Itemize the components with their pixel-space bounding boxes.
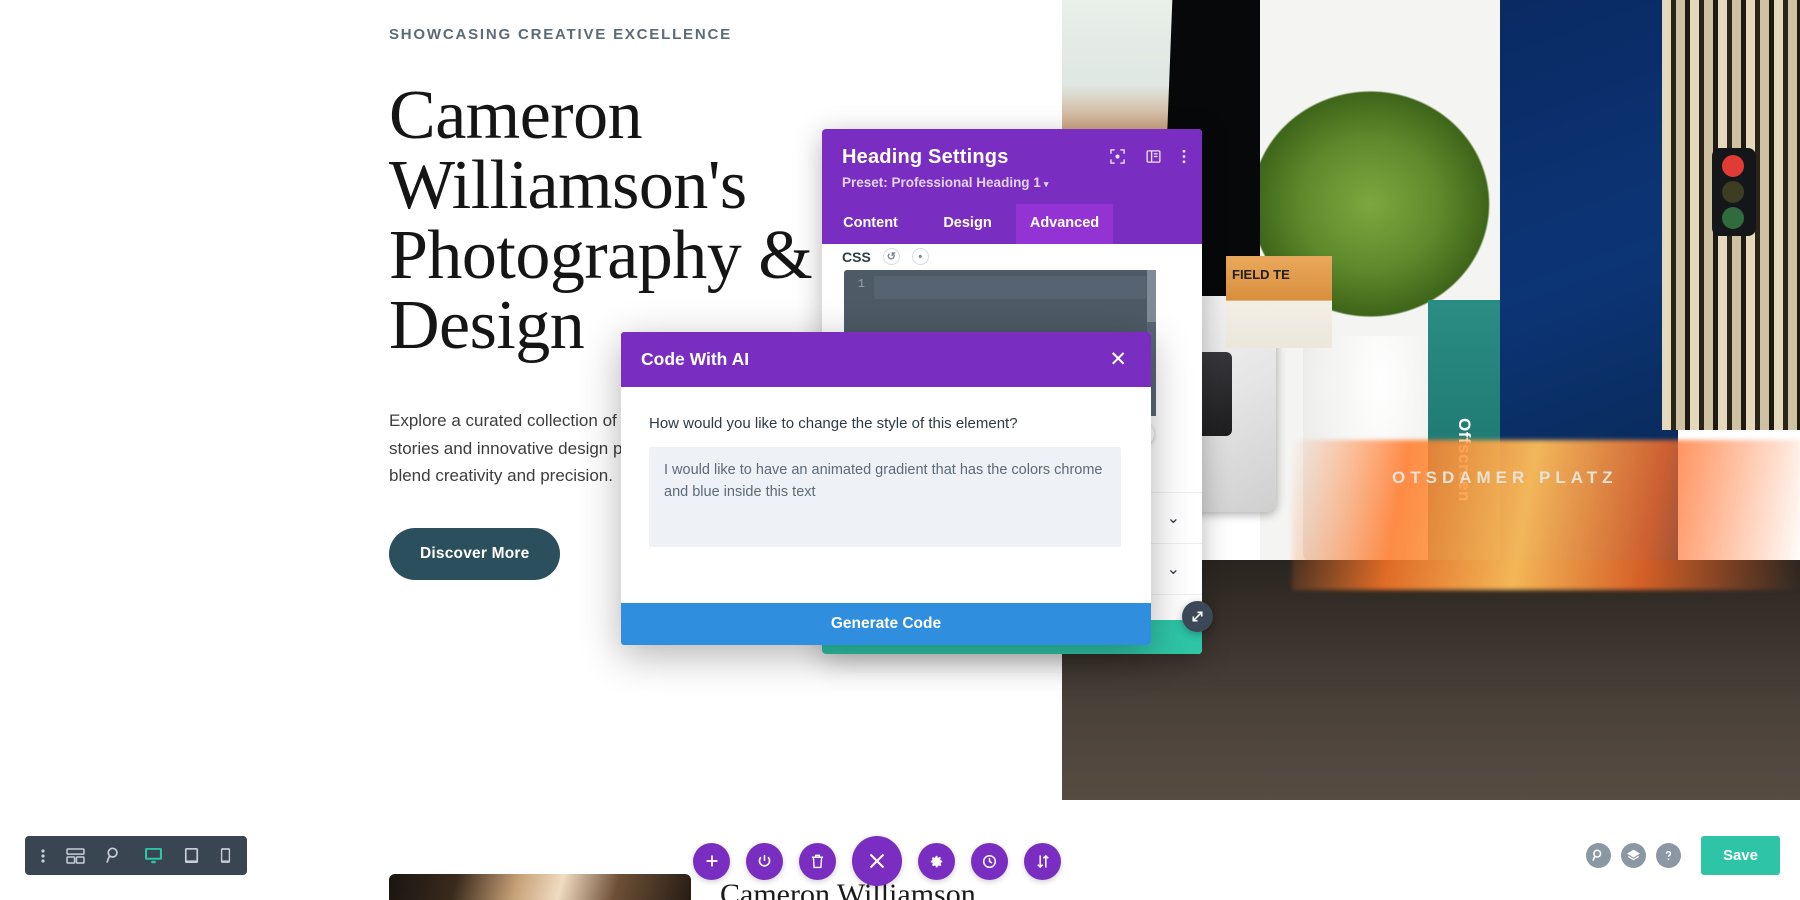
discover-more-button[interactable]: Discover More bbox=[389, 527, 561, 580]
css-label-text: CSS bbox=[842, 248, 871, 265]
focus-icon[interactable] bbox=[1110, 149, 1125, 164]
chevron-down-icon: ▾ bbox=[1043, 179, 1049, 189]
ai-modal-title: Code With AI bbox=[641, 349, 750, 369]
trash-icon[interactable] bbox=[799, 842, 836, 880]
photo-street-sign: FIELD TE bbox=[1226, 256, 1332, 348]
close-icon[interactable]: ✕ bbox=[1105, 345, 1131, 374]
ai-prompt-question: How would you like to change the style o… bbox=[649, 415, 1018, 432]
more-vertical-icon[interactable] bbox=[41, 848, 46, 864]
settings-panel-header: Heading Settings Preset: Professional He… bbox=[822, 129, 1202, 204]
gear-icon[interactable] bbox=[918, 842, 955, 880]
responsive-icon[interactable]: • bbox=[911, 248, 929, 265]
hero-eyebrow: SHOWCASING CREATIVE EXCELLENCE bbox=[389, 26, 732, 43]
generate-code-button[interactable]: Generate Code bbox=[621, 603, 1151, 645]
code-line-number: 1 bbox=[857, 277, 865, 291]
help-icon[interactable] bbox=[1655, 843, 1681, 868]
history-icon[interactable] bbox=[971, 842, 1008, 880]
panel-resize-handle[interactable] bbox=[1182, 601, 1213, 632]
tab-design[interactable]: Design bbox=[919, 204, 1016, 244]
tablet-icon[interactable] bbox=[184, 847, 199, 864]
panel-layout-icon[interactable] bbox=[1146, 149, 1161, 164]
more-vertical-icon[interactable] bbox=[1182, 149, 1186, 164]
save-button[interactable]: Save bbox=[1700, 836, 1780, 875]
close-icon[interactable] bbox=[852, 836, 902, 886]
search-icon[interactable] bbox=[1585, 843, 1611, 868]
ai-modal-header: Code With AI ✕ bbox=[621, 332, 1151, 387]
add-icon[interactable] bbox=[693, 842, 730, 880]
sort-icon[interactable] bbox=[1024, 842, 1061, 880]
power-icon[interactable] bbox=[746, 842, 783, 880]
layers-icon[interactable] bbox=[1620, 843, 1646, 868]
traffic-light-icon bbox=[1712, 148, 1756, 236]
settings-header-actions bbox=[1110, 149, 1186, 164]
settings-tabs: Content Design Advanced bbox=[822, 204, 1202, 244]
photo-light-trails bbox=[1292, 440, 1800, 590]
lower-portrait-image bbox=[389, 874, 691, 900]
mobile-icon[interactable] bbox=[220, 847, 231, 864]
photo-sign-label: FIELD TE bbox=[1232, 267, 1290, 282]
tab-advanced[interactable]: Advanced bbox=[1016, 204, 1113, 244]
settings-preset-selector[interactable]: Preset: Professional Heading 1 ▾ bbox=[842, 175, 1182, 190]
photo-platz-label: OTSDAMER PLATZ bbox=[1392, 468, 1618, 487]
wireframe-icon[interactable] bbox=[66, 847, 85, 864]
builder-action-toolbar bbox=[693, 836, 1061, 886]
css-section-label: CSS ↺ • bbox=[842, 248, 929, 265]
tab-content[interactable]: Content bbox=[822, 204, 919, 244]
view-mode-toolbar bbox=[25, 836, 247, 875]
builder-screen: Offscreen FIELD TE OTSDAMER PLATZ SHOWCA… bbox=[0, 0, 1800, 900]
desktop-icon[interactable] bbox=[144, 847, 163, 864]
chevron-down-icon: ⌄ bbox=[1166, 509, 1180, 527]
settings-preset-label: Preset: Professional Heading 1 bbox=[842, 175, 1041, 190]
ai-prompt-input[interactable] bbox=[649, 447, 1121, 547]
builder-utility-toolbar: Save bbox=[1585, 836, 1780, 875]
chevron-down-icon: ⌄ bbox=[1166, 560, 1180, 578]
ai-modal-body: How would you like to change the style o… bbox=[621, 387, 1151, 552]
zoom-icon[interactable] bbox=[106, 847, 123, 864]
code-with-ai-modal[interactable]: Code With AI ✕ How would you like to cha… bbox=[621, 332, 1151, 645]
hero-heading[interactable]: Cameron Williamson's Photography & Desig… bbox=[389, 81, 859, 361]
code-active-line[interactable] bbox=[874, 276, 1146, 299]
reset-icon[interactable]: ↺ bbox=[882, 248, 900, 265]
